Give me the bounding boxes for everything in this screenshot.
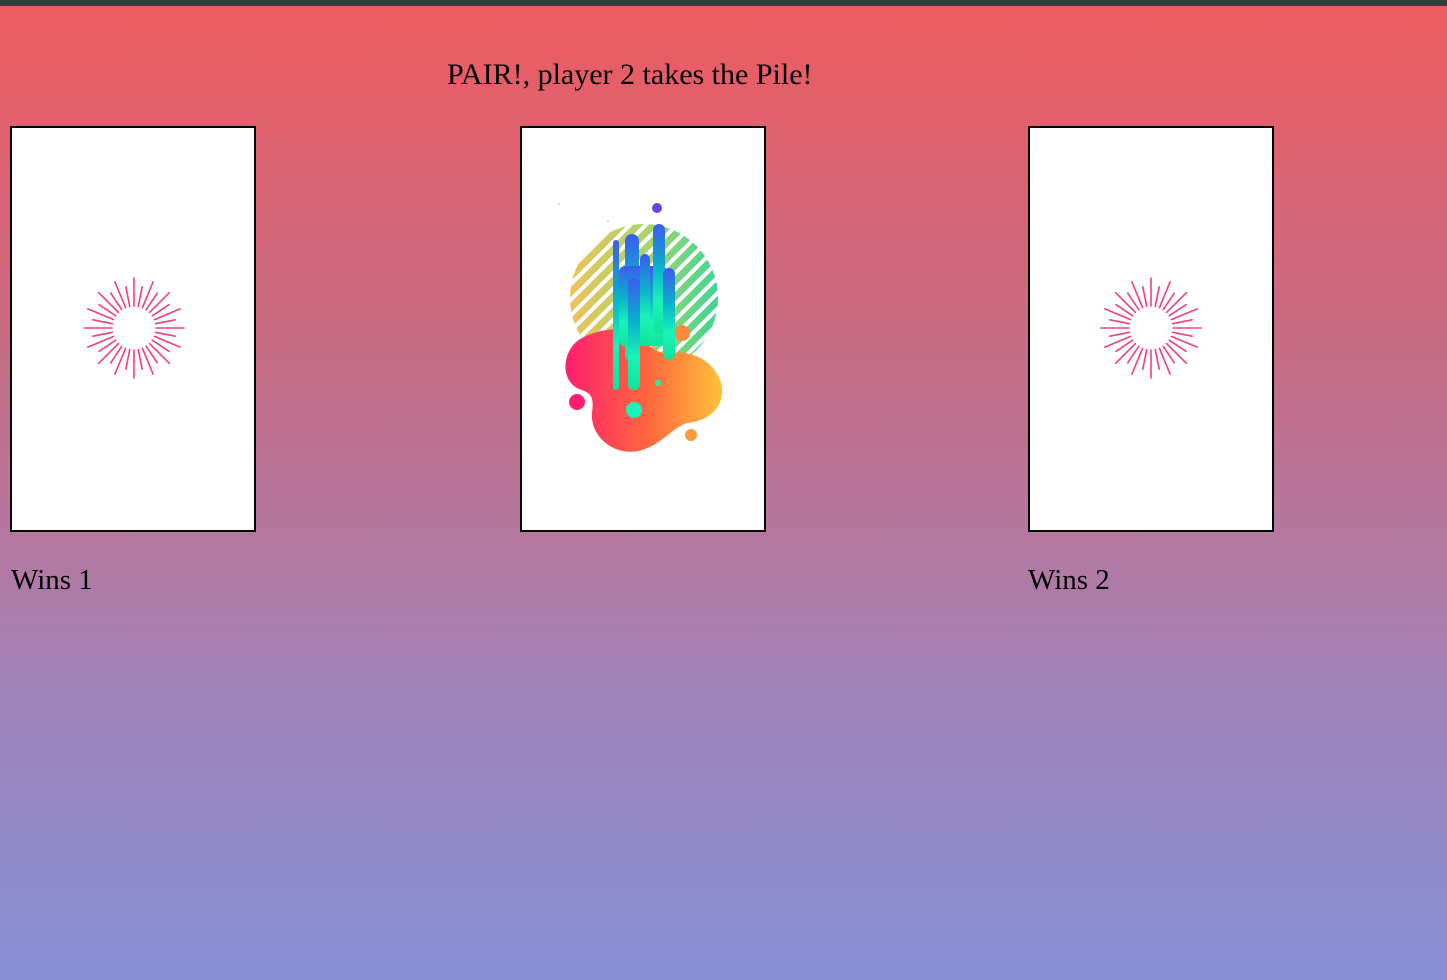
player-2-card[interactable] xyxy=(1028,126,1274,532)
burst-icon xyxy=(83,277,185,379)
game-status-message: PAIR!, player 2 takes the Pile! xyxy=(447,58,813,91)
pile-card[interactable] xyxy=(520,126,766,532)
player-2-wins: Wins 2 xyxy=(1028,564,1110,596)
paint-splash-image xyxy=(558,203,723,452)
player-1-card[interactable] xyxy=(10,126,256,532)
player-1-wins: Wins 1 xyxy=(11,564,93,596)
burst-icon xyxy=(1100,277,1202,379)
browser-top-strip xyxy=(0,0,1447,6)
